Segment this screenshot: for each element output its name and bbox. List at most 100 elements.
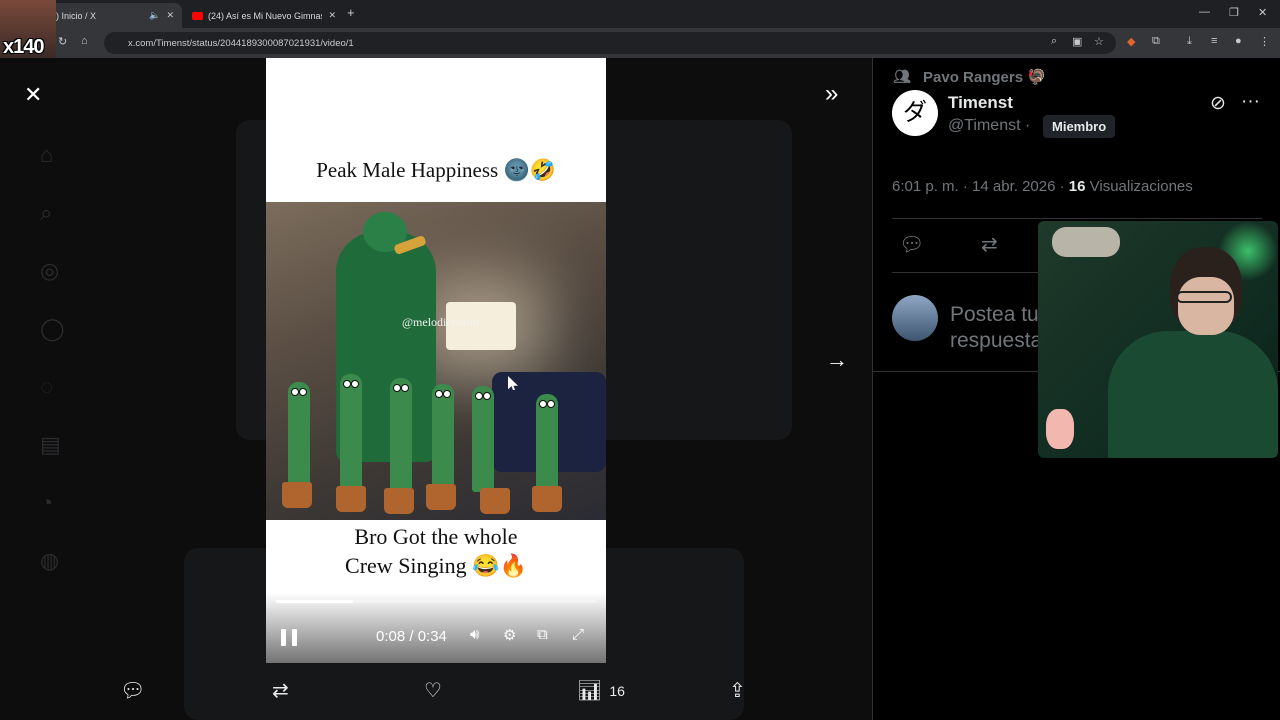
address-bar[interactable]: x.com/Timenst/status/2044189300087021931… [104, 32, 1116, 54]
repost-icon[interactable]: ⇄ [981, 232, 998, 257]
member-badge: Miembro [1043, 115, 1116, 138]
cactus-pot [336, 486, 366, 512]
reply-icon[interactable]: 💬︎ [899, 232, 924, 257]
menu-kebab-icon[interactable]: ⋮ [1259, 35, 1270, 48]
reply-icon: 💬︎ [120, 680, 146, 702]
tweet-views-count: 16 [1068, 178, 1086, 195]
cactus-pot [426, 484, 456, 510]
reload-icon[interactable]: ↻ [58, 35, 67, 48]
tab-inicio[interactable]: l) Inicio / X 🔈 ✕ [46, 3, 182, 28]
share-icon: ⇪ [729, 680, 746, 702]
multiplier-label: x140 [3, 36, 44, 58]
close-tab-icon[interactable]: ✕ [166, 10, 174, 21]
lists-nav-icon: ▤ [40, 432, 61, 457]
repost-icon: ⇄ [272, 680, 289, 702]
dancing-cactus [288, 382, 310, 492]
views-count: 16 [609, 682, 625, 699]
glasses [1176, 291, 1232, 303]
like-button[interactable]: ♡ [424, 678, 442, 703]
video-player[interactable]: Peak Male Happiness 🌚🤣 @melodicrealm Bro… [266, 58, 606, 663]
profile-icon[interactable]: ● [1235, 35, 1242, 47]
fullscreen-icon[interactable]: ⤢ [572, 626, 584, 643]
dancing-cactus [390, 378, 412, 492]
restore-icon[interactable]: ❐ [1229, 6, 1239, 19]
browser-navbar: ↻ ⌂ x.com/Timenst/status/204418930008702… [0, 28, 1280, 58]
caption-line: Bro Got the whole [354, 524, 518, 549]
messages-nav-icon: ◯ [40, 316, 65, 341]
display-name[interactable]: Timenst [948, 93, 1013, 113]
user-handle[interactable]: @Timenst · [948, 117, 1030, 135]
views-button[interactable]: 📊︎ 16 [577, 678, 625, 703]
video-frame [266, 202, 606, 520]
tab-youtube[interactable]: (24) Así es Mi Nuevo Gimnasio ✕ [184, 3, 344, 28]
zoom-icon[interactable]: ⌕ [1051, 35, 1057, 48]
bookmark-star-icon[interactable]: ☆ [1094, 35, 1104, 48]
reply-button[interactable]: 💬︎ [120, 678, 145, 703]
community-name: Pavo Rangers 🦃 [923, 69, 1046, 86]
share-button[interactable]: ⇪ [729, 678, 746, 703]
tab-title: (24) Así es Mi Nuevo Gimnasio [208, 10, 323, 21]
cast-icon[interactable]: ▣ [1072, 35, 1082, 48]
extension-fox-icon[interactable]: ◆ [1127, 35, 1135, 48]
dancing-cactus [536, 394, 558, 492]
cactus-pot [532, 486, 562, 512]
reply-input[interactable]: Postea tu respuesta [950, 302, 1050, 354]
download-icon[interactable]: ⤓ [1187, 35, 1192, 48]
grok-icon[interactable]: ⊘ [1210, 92, 1226, 115]
url-text: x.com/Timenst/status/2044189300087021931… [128, 37, 354, 49]
profile-nav-icon: ◔ [40, 490, 54, 515]
media-icon[interactable]: ≡ [1211, 35, 1217, 47]
expand-panel-icon[interactable]: » [825, 80, 838, 108]
repost-button[interactable]: ⇄ [272, 678, 289, 703]
home-icon[interactable]: ⌂ [81, 35, 88, 47]
minimize-icon[interactable]: — [1199, 6, 1210, 18]
notifications-nav-icon: ◎ [40, 258, 60, 283]
video-time: 0:08 / 0:34 [376, 628, 447, 645]
divider [892, 218, 1262, 219]
close-icon[interactable]: ✕ [24, 82, 42, 108]
analytics-icon: 📊︎ [577, 680, 603, 702]
browser-tabbar: l) Inicio / X 🔈 ✕ (24) Así es Mi Nuevo G… [0, 0, 1280, 28]
heart-icon: ♡ [424, 680, 442, 702]
video-caption-bottom: Bro Got the whole Crew Singing 😂🔥 [266, 522, 606, 580]
more-nav-icon: ◍ [40, 548, 60, 573]
video-progress-fill [276, 600, 353, 603]
cactus-pot [282, 482, 312, 508]
dancing-cactus [340, 374, 362, 492]
speaker-icon[interactable]: 🔈 [149, 10, 160, 21]
cactus-pot [480, 488, 510, 514]
community-label[interactable]: 👥︎ Pavo Rangers 🦃 [893, 68, 1046, 86]
video-caption-top: Peak Male Happiness 🌚🤣 [316, 158, 556, 182]
video-progress-bar[interactable] [276, 600, 596, 603]
tweet-views-label: Visualizaciones [1085, 178, 1193, 195]
youtube-icon [192, 11, 203, 20]
tweet-timestamp[interactable]: 6:01 p. m. · 14 abr. 2026 · [892, 178, 1069, 195]
pause-icon[interactable] [281, 629, 297, 646]
caption-line: Crew Singing 😂🔥 [345, 553, 527, 578]
streamer-face [1178, 277, 1234, 335]
next-arrow-icon[interactable]: → [826, 347, 848, 373]
dancing-cactus [432, 384, 454, 492]
extensions-icon[interactable]: ⧉ [1152, 35, 1160, 48]
streamer-body [1108, 331, 1278, 458]
more-options-icon[interactable]: ··· [1241, 91, 1260, 113]
settings-gear-icon[interactable]: ⚙ [503, 626, 516, 644]
microphone [1052, 227, 1120, 257]
dancing-cactus [472, 386, 494, 492]
picture-in-picture-icon[interactable]: ⧉ [537, 626, 548, 643]
avatar [892, 295, 938, 341]
volume-icon[interactable]: 🔊︎ [470, 626, 479, 643]
tweet-meta: 6:01 p. m. · 14 abr. 2026 · 16 Visualiza… [892, 178, 1193, 195]
pig-sticker [1046, 409, 1074, 449]
home-nav-icon: ⌂ [40, 142, 54, 167]
video-watermark: @melodicrealm [402, 315, 480, 329]
new-tab-icon[interactable]: + [347, 5, 355, 20]
cactus-pot [384, 488, 414, 514]
close-window-icon[interactable]: ✕ [1258, 6, 1267, 19]
search-nav-icon: ⌕ [40, 200, 53, 225]
close-tab-icon[interactable]: ✕ [328, 10, 336, 21]
grok-nav-icon: ◌ [40, 374, 54, 399]
streamer-webcam [1038, 221, 1278, 458]
people-icon: 👥︎ [893, 68, 911, 84]
avatar[interactable]: ダ [892, 90, 938, 136]
